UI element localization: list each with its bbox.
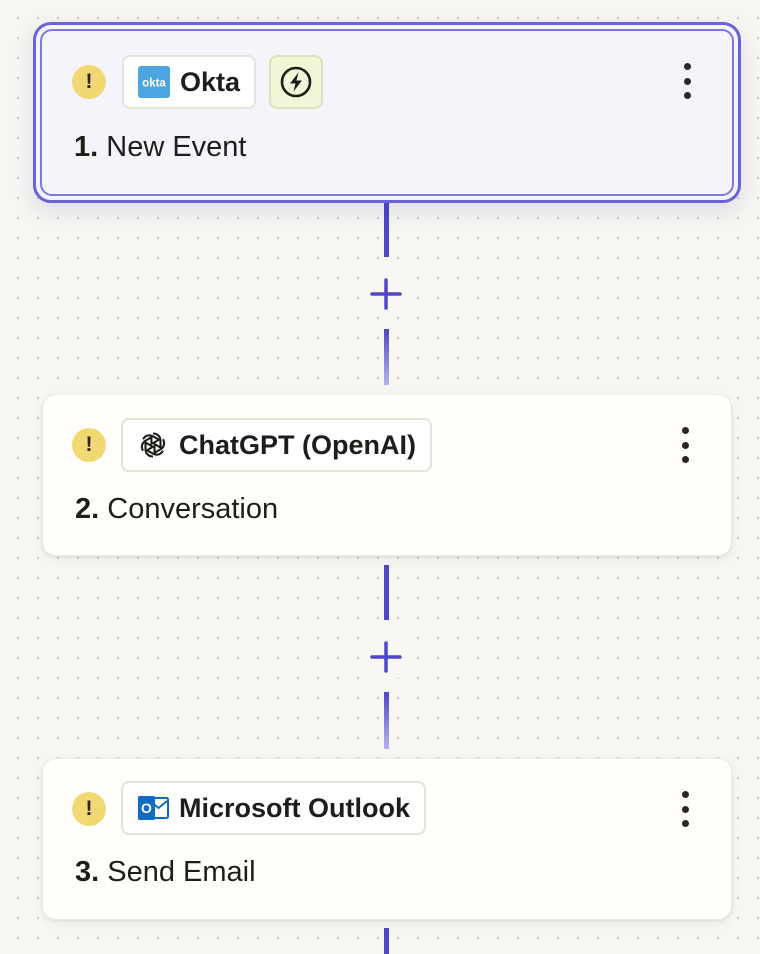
connector-line-3 (384, 928, 389, 954)
plus-icon (370, 278, 402, 310)
outlook-logo-icon: O (137, 792, 169, 824)
step-card-2[interactable]: ! ChatGPT (OpenAI) 2. Conversation (42, 394, 732, 556)
trigger-badge[interactable] (269, 55, 323, 109)
warning-icon[interactable]: ! (72, 792, 106, 826)
step-card-3[interactable]: ! O Microsoft Outlook 3. Send Email (42, 758, 732, 920)
openai-logo-icon (137, 429, 169, 461)
step-number: 3. (75, 856, 100, 888)
okta-logo-icon: okta (138, 66, 170, 98)
app-name: Okta (180, 66, 241, 97)
step-number: 1. (74, 131, 99, 163)
step-event-name: Conversation (107, 493, 279, 525)
warning-icon[interactable]: ! (72, 428, 106, 462)
svg-text:O: O (141, 800, 152, 816)
add-step-button-1[interactable] (362, 270, 410, 318)
more-options-button[interactable] (672, 59, 702, 103)
step-title: 2. Conversation (75, 493, 278, 526)
more-options-button[interactable] (670, 423, 700, 467)
step-event-name: New Event (106, 131, 247, 163)
app-badge-chatgpt[interactable]: ChatGPT (OpenAI) (121, 418, 432, 472)
svg-text:okta: okta (142, 78, 166, 90)
lightning-bolt-icon (280, 66, 312, 98)
more-options-button[interactable] (670, 787, 700, 831)
app-badge-okta[interactable]: okta Okta (122, 55, 257, 109)
add-step-button-2[interactable] (362, 633, 410, 681)
app-name: Microsoft Outlook (179, 792, 410, 823)
step-event-name: Send Email (107, 856, 256, 888)
app-name: ChatGPT (OpenAI) (179, 429, 416, 460)
step-title: 1. New Event (74, 131, 246, 164)
step-card-1[interactable]: ! okta Okta 1. New Event (33, 22, 741, 203)
warning-icon[interactable]: ! (72, 65, 106, 99)
app-badge-outlook[interactable]: O Microsoft Outlook (121, 781, 426, 835)
step-number: 2. (75, 493, 100, 525)
step-title: 3. Send Email (75, 856, 256, 889)
plus-icon (370, 641, 402, 673)
